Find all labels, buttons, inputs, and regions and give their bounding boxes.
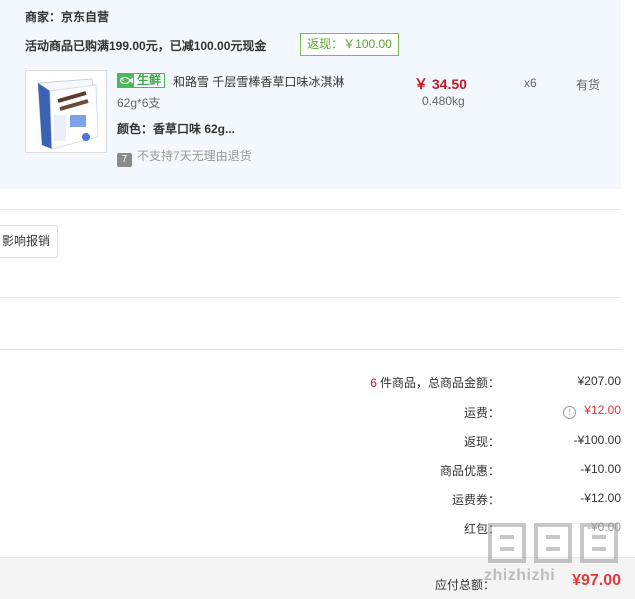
discount-value: -¥10.00: [580, 462, 621, 476]
shipping-value: ! ¥12.00: [563, 403, 621, 419]
order-summary: 6 件商品，总商品金额： ¥207.00 运费： ! ¥12.00 返现： -¥10…: [0, 0, 635, 599]
cashback-value: -¥100.00: [573, 433, 621, 447]
goods-total-value: ¥207.00: [577, 374, 621, 388]
payable-total: ¥97.00: [572, 572, 621, 589]
coupon-value: -¥12.00: [580, 491, 621, 505]
discount-label: 商品优惠：: [439, 464, 500, 478]
shipping-amount: ¥12.00: [584, 403, 621, 417]
coupon-label: 运费券：: [451, 493, 500, 507]
goods-label-text: 件商品，总商品金额：: [379, 376, 500, 390]
info-icon[interactable]: !: [563, 406, 577, 419]
goods-total-label: 6 件商品，总商品金额：: [370, 374, 500, 391]
cashback-label: 返现：: [463, 435, 500, 449]
watermark-text: zhizhizhi: [484, 567, 556, 584]
item-count: 6: [370, 376, 377, 390]
watermark-logo: [488, 523, 618, 563]
shipping-label: 运费：: [463, 406, 500, 420]
